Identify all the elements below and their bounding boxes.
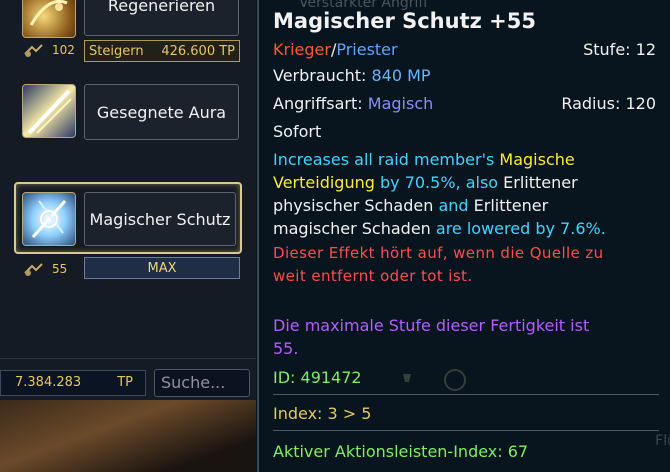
index-label: Index: 3 > 5 [273,404,372,423]
skill-tooltip: Verstärkter Angriff Magischer Schutz +55… [257,0,670,472]
divider [0,358,256,359]
faded-right-text: Flü [655,433,670,449]
tp-display: 7.384.283 TP [0,370,146,396]
description-line-3: physischer Schaden and Erlittener [273,196,549,215]
tooltip-title: Magischer Schutz +55 [273,9,536,33]
skill-id: ID: 491472 [273,368,362,387]
skill-level-row: 55 [22,261,67,277]
background-artwork [0,400,256,472]
steigern-button[interactable]: Steigern 426.600 TP [84,40,240,62]
search-input[interactable]: Suche... [154,369,250,397]
skill-name-gesegnete-aura[interactable]: Gesegnete Aura [84,84,239,140]
description-line-4: magischer Schaden are lowered by 7.6%. [273,219,606,238]
action-index-label: Aktiver Aktionsleisten-Index: 67 [273,442,529,461]
regenerieren-skill-icon[interactable] [22,0,76,38]
attack-type-row: Angriffsart: Magisch [273,94,434,113]
mp-cost-row: Verbraucht: 840 MP [273,66,431,85]
stat-upgrade-icon [24,44,43,57]
class-row: Krieger/Priester [273,40,398,59]
stat-upgrade-icon [24,263,43,276]
level-label: Stufe: 12 [583,40,656,59]
cast-time: Sofort [273,122,322,141]
description-line-1: Increases all raid member's Magische [273,150,575,169]
magic-shield-icon [31,200,67,238]
description-line-2: Verteidigung by 70.5%, also Erlittener [273,173,578,192]
magischer-schutz-skill-icon[interactable] [22,192,76,246]
skill-list-panel: Regenerieren 102 Steigern 426.600 TP Ges… [0,0,256,472]
warning-line-1: Dieser Effekt hört auf, wenn die Quelle … [273,244,604,262]
max-level-line-2: 55. [273,339,299,358]
radius-label: Radius: 120 [561,94,656,113]
faded-bg-icon [403,369,466,391]
warning-line-2: weit entfernt oder tot ist. [273,267,473,285]
separator [273,394,659,395]
regenerate-icon [29,0,68,26]
gesegnete-aura-skill-icon[interactable] [22,84,76,138]
faded-icons [399,368,479,392]
skill-name-magischer-schutz[interactable]: Magischer Schutz [84,192,236,246]
max-level-line-1: Die maximale Stufe dieser Fertigkeit ist [273,316,590,335]
separator [273,430,659,431]
skill-name-regenerieren[interactable]: Regenerieren [84,0,239,36]
skill-level-row: 102 [22,42,75,58]
blessed-aura-icon [27,89,72,135]
max-level-bar: MAX [84,257,240,279]
